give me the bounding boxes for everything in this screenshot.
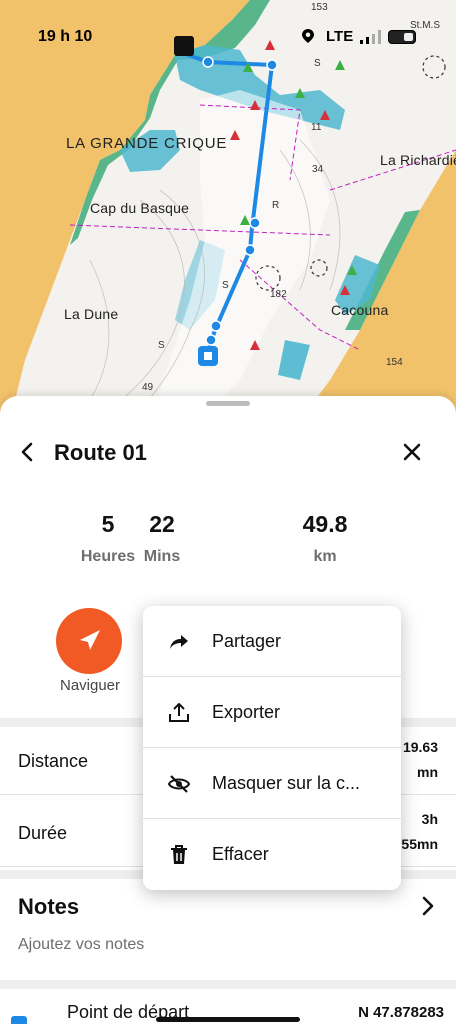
map-label-cap-du-basque: Cap du Basque: [90, 200, 190, 216]
route-actions-menu: Partager Exporter Masquer sur la c... Ef…: [143, 606, 401, 890]
navigate-arrow-icon: [80, 630, 100, 650]
navigate-button[interactable]: [56, 608, 122, 674]
notes-placeholder[interactable]: Ajoutez vos notes: [18, 936, 144, 954]
section-divider: [0, 980, 456, 989]
stat-hours-unit: Heures: [80, 548, 136, 565]
stat-hours-value: 5: [101, 511, 115, 537]
map-label-la-dune: La Dune: [64, 306, 119, 322]
export-upload-icon: [167, 701, 191, 725]
trash-icon: [167, 843, 191, 867]
distance-label: Distance: [18, 751, 89, 771]
home-indicator: [156, 1017, 300, 1022]
close-icon[interactable]: [399, 440, 425, 466]
start-point-coordinate: N 47.878283: [358, 1004, 444, 1021]
route-title: Route 01: [54, 440, 147, 465]
map-sounding: 11: [311, 122, 322, 133]
map-sounding: 34: [312, 164, 324, 175]
map-sounding: S: [222, 280, 229, 291]
back-chevron-icon[interactable]: [16, 440, 40, 464]
map-label-grande-crique: LA GRANDE CRIQUE: [66, 135, 228, 152]
duration-hours: 3h: [421, 811, 438, 827]
map-sounding: R: [272, 200, 280, 211]
start-point-checkbox[interactable]: [11, 1016, 27, 1024]
distance-unit: mn: [417, 764, 438, 780]
duration-label: Durée: [18, 823, 68, 843]
duration-minutes: 55mn: [401, 836, 438, 852]
nautical-chart-map[interactable]: LA GRANDE CRIQUE Cap du Basque La Dune L…: [0, 0, 456, 420]
stat-hours: 5 Heures: [78, 511, 138, 566]
map-sounding: S: [158, 340, 165, 351]
stat-distance-value: 49.8: [302, 511, 348, 537]
menu-item-delete[interactable]: Effacer: [143, 819, 401, 890]
status-bar: 19 h 10 LTE: [0, 0, 456, 60]
battery-icon: [388, 30, 416, 44]
status-time: 19 h 10: [38, 28, 93, 45]
stat-minutes: 22 Mins: [132, 511, 192, 566]
notes-title[interactable]: Notes: [18, 894, 79, 920]
menu-item-hide-on-chart[interactable]: Masquer sur la c...: [143, 748, 401, 819]
stat-minutes-value: 22: [149, 511, 175, 537]
signal-bars-icon: [360, 30, 381, 44]
stat-minutes-unit: Mins: [143, 548, 181, 565]
map-label-la-richardie: La Richardiè: [380, 152, 456, 168]
sheet-drag-handle[interactable]: [206, 401, 250, 406]
stat-distance: 49.8 km: [285, 511, 365, 566]
navigate-label: Naviguer: [59, 677, 121, 694]
chevron-right-icon[interactable]: [418, 894, 438, 925]
map-sounding: 154: [386, 357, 403, 368]
menu-item-export[interactable]: Exporter: [143, 677, 401, 748]
menu-item-label: Effacer: [212, 844, 269, 864]
map-label-cacouna: Cacouna: [331, 302, 389, 318]
menu-item-label: Masquer sur la c...: [212, 773, 361, 793]
distance-value: 19.63: [402, 739, 438, 755]
menu-item-label: Exporter: [212, 702, 281, 722]
eye-off-icon: [167, 772, 191, 796]
share-arrow-icon: [167, 630, 191, 654]
menu-item-share[interactable]: Partager: [143, 606, 401, 677]
map-sounding: 49: [142, 382, 154, 393]
stat-distance-unit: km: [313, 548, 337, 565]
map-sounding: 182: [270, 289, 287, 300]
menu-item-label: Partager: [212, 631, 282, 651]
status-network: LTE: [326, 28, 354, 45]
